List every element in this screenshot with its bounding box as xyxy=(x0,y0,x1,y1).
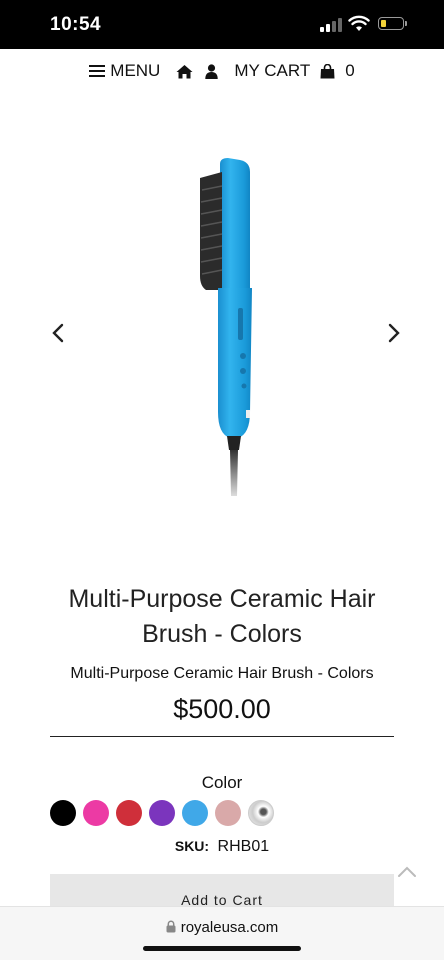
product-subtitle: Multi-Purpose Ceramic Hair Brush - Color… xyxy=(70,665,374,682)
status-time: 10:54 xyxy=(50,14,102,35)
menu-button[interactable]: MENU xyxy=(89,61,160,81)
cellular-signal-icon xyxy=(320,18,342,32)
swatch-marble[interactable] xyxy=(248,800,274,826)
bristles xyxy=(200,172,223,290)
menu-label: MENU xyxy=(110,61,161,80)
home-icon[interactable] xyxy=(176,64,193,79)
hamburger-icon xyxy=(89,64,106,78)
swatch-blue[interactable] xyxy=(182,800,208,826)
battery-tip xyxy=(405,21,407,26)
battery-icon xyxy=(378,17,404,30)
cart-count: 0 xyxy=(345,61,355,80)
wifi-icon xyxy=(348,15,370,31)
sku-value: RHB01 xyxy=(217,838,270,855)
swatch-pink[interactable] xyxy=(83,800,109,826)
swatch-black[interactable] xyxy=(50,800,76,826)
product-title: Multi-Purpose Ceramic Hair Brush - Color… xyxy=(68,585,376,648)
lock-icon xyxy=(166,920,176,933)
cart-label: MY CART xyxy=(234,61,311,80)
sku-label: SKU: xyxy=(174,838,210,854)
swatch-rose[interactable] xyxy=(215,800,241,826)
url-text: royaleusa.com xyxy=(180,919,279,936)
swatch-purple[interactable] xyxy=(149,800,175,826)
cart-link[interactable]: MY CART 0 xyxy=(230,61,354,81)
status-bar: 10:54 xyxy=(0,0,444,49)
chevron-up-icon[interactable] xyxy=(396,864,418,878)
battery-level xyxy=(381,20,386,27)
product-price: $500.00 xyxy=(173,694,271,724)
color-swatches xyxy=(50,800,281,828)
color-label: Color xyxy=(201,773,243,792)
divider xyxy=(50,736,394,737)
home-indicator[interactable] xyxy=(143,946,301,951)
swatch-red[interactable] xyxy=(116,800,142,826)
user-icon[interactable] xyxy=(205,63,219,79)
product-image xyxy=(200,158,252,496)
chevron-right-icon[interactable] xyxy=(384,320,404,346)
shopping-bag-icon xyxy=(320,63,335,78)
sku: SKU: RHB01 xyxy=(20,838,424,856)
top-nav: MENU MY CART 0 xyxy=(0,49,444,93)
url-display[interactable]: royaleusa.com xyxy=(0,919,444,936)
browser-address-bar[interactable]: royaleusa.com xyxy=(0,906,444,960)
